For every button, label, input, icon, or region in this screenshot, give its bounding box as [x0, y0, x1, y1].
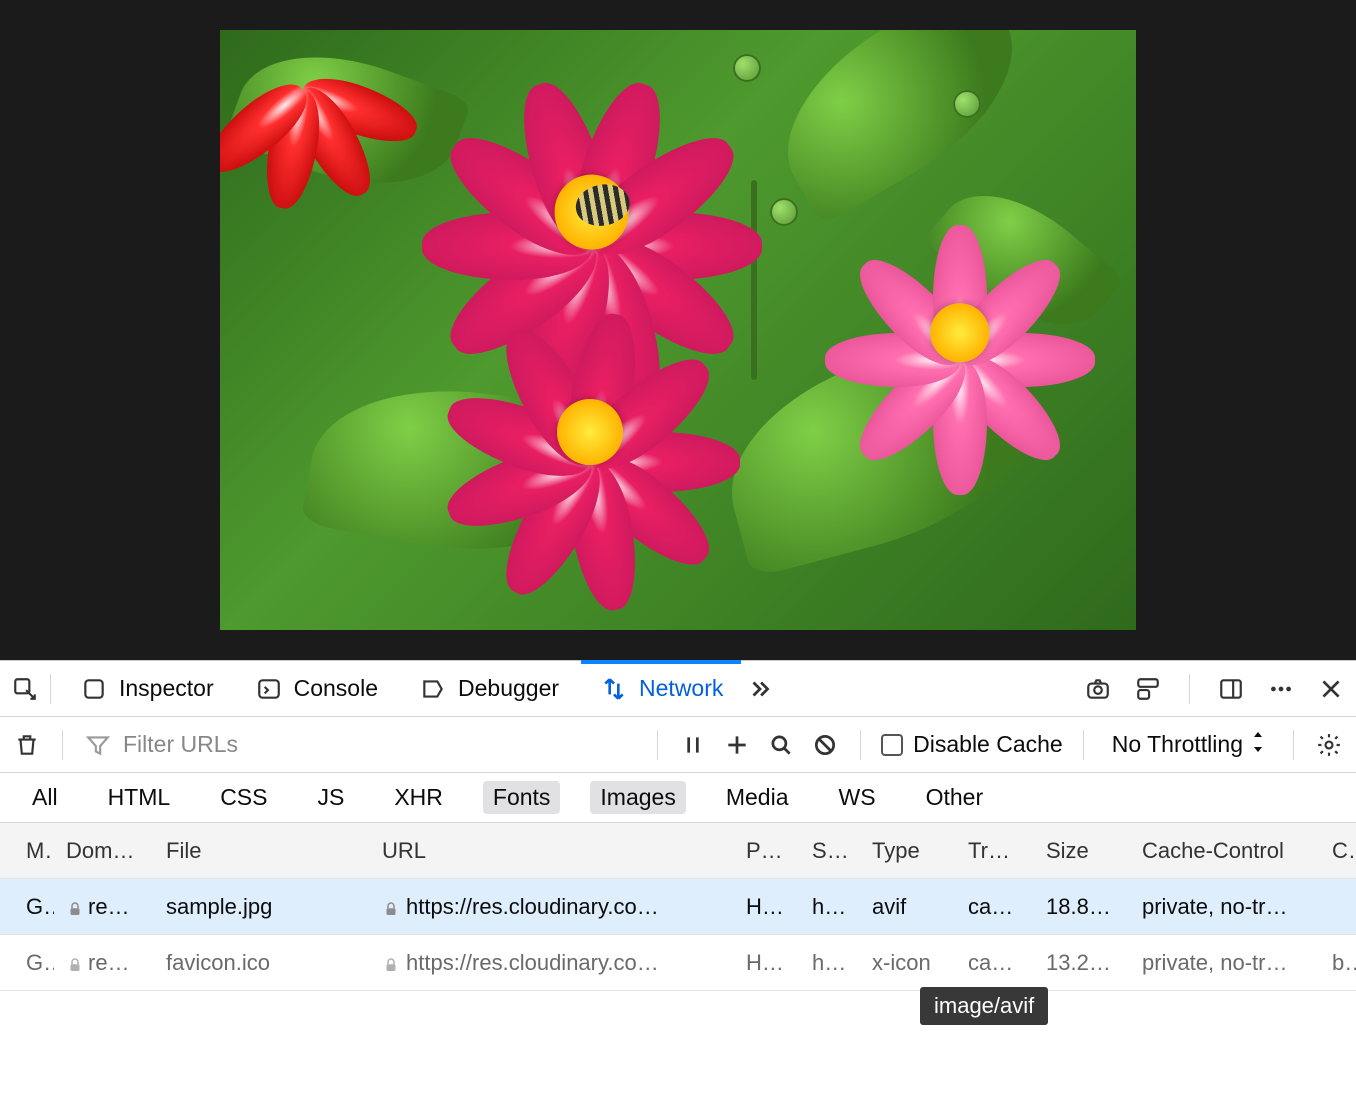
cell-last: b — [1320, 950, 1356, 976]
col-scheme[interactable]: S… — [800, 838, 860, 864]
cell-file: sample.jpg — [154, 894, 370, 920]
col-file[interactable]: File — [154, 838, 370, 864]
network-toolbar: Filter URLs Disable Cache No Throttling — [0, 717, 1356, 773]
cell-cache: private, no-tr… — [1130, 950, 1320, 976]
close-devtools-button[interactable] — [1316, 674, 1346, 704]
col-domain[interactable]: Dom… — [54, 838, 154, 864]
col-cache[interactable]: Cache-Control — [1130, 838, 1320, 864]
filter-media[interactable]: Media — [716, 781, 799, 814]
cell-type: x-icon — [860, 950, 956, 976]
disable-cache-checkbox[interactable]: Disable Cache — [881, 731, 1063, 758]
cell-transferred: ca… — [956, 950, 1034, 976]
funnel-icon — [83, 730, 113, 760]
cell-domain: re… — [54, 894, 154, 920]
checkbox-icon — [881, 734, 903, 756]
devtools-panel: Inspector Console Debugger Network — [0, 660, 1356, 1100]
tab-label: Debugger — [458, 675, 559, 702]
cell-url: https://res.cloudinary.co… — [370, 894, 734, 920]
tab-console[interactable]: Console — [236, 661, 396, 716]
filter-js[interactable]: JS — [307, 781, 354, 814]
search-requests-button[interactable] — [766, 730, 796, 760]
cell-method: G — [14, 950, 54, 976]
network-type-filters: All HTML CSS JS XHR Fonts Images Media W… — [0, 773, 1356, 823]
filter-css[interactable]: CSS — [210, 781, 277, 814]
table-row[interactable]: G re… sample.jpg https://res.cloudinary.… — [0, 879, 1356, 935]
network-icon — [599, 674, 629, 704]
inspector-icon — [79, 674, 109, 704]
dock-side-button[interactable] — [1216, 674, 1246, 704]
screenshot-button[interactable] — [1083, 674, 1113, 704]
sample-image — [220, 30, 1136, 630]
cell-domain: re… — [54, 950, 154, 976]
lock-icon — [382, 954, 400, 972]
filter-images[interactable]: Images — [590, 781, 685, 814]
throttling-label: No Throttling — [1112, 731, 1243, 758]
tab-label: Console — [294, 675, 378, 702]
lock-icon — [382, 898, 400, 916]
col-type[interactable]: Type — [860, 838, 956, 864]
filter-urls-input[interactable]: Filter URLs — [83, 730, 513, 760]
cell-type: avif — [860, 894, 956, 920]
filter-other[interactable]: Other — [916, 781, 994, 814]
tab-label: Inspector — [119, 675, 214, 702]
network-settings-button[interactable] — [1314, 730, 1344, 760]
cell-file: favicon.ico — [154, 950, 370, 976]
filter-html[interactable]: HTML — [98, 781, 181, 814]
cell-protocol: H… — [734, 894, 800, 920]
debugger-icon — [418, 674, 448, 704]
disable-cache-label: Disable Cache — [913, 731, 1063, 758]
block-requests-button[interactable] — [810, 730, 840, 760]
tab-debugger[interactable]: Debugger — [400, 661, 577, 716]
filter-all[interactable]: All — [22, 781, 68, 814]
lock-icon — [66, 898, 84, 916]
col-last[interactable]: C — [1320, 838, 1356, 864]
col-size[interactable]: Size — [1034, 838, 1130, 864]
add-request-button[interactable] — [722, 730, 752, 760]
col-url[interactable]: URL — [370, 838, 734, 864]
col-method[interactable]: M — [14, 838, 54, 864]
page-viewport — [0, 0, 1356, 660]
clear-requests-button[interactable] — [12, 730, 42, 760]
more-options-button[interactable] — [1266, 674, 1296, 704]
col-transferred[interactable]: Tra… — [956, 838, 1034, 864]
cell-protocol: H… — [734, 950, 800, 976]
console-icon — [254, 674, 284, 704]
pick-element-button[interactable] — [10, 674, 40, 704]
table-row[interactable]: G re… favicon.ico https://res.cloudinary… — [0, 935, 1356, 991]
updown-icon — [1251, 731, 1265, 758]
col-protocol[interactable]: P… — [734, 838, 800, 864]
tab-label: Network — [639, 675, 723, 702]
cell-url: https://res.cloudinary.co… — [370, 950, 734, 976]
filter-xhr[interactable]: XHR — [384, 781, 453, 814]
tab-network[interactable]: Network — [581, 661, 741, 716]
tab-inspector[interactable]: Inspector — [61, 661, 232, 716]
type-tooltip: image/avif — [920, 987, 1048, 1025]
lock-icon — [66, 954, 84, 972]
cell-transferred: ca… — [956, 894, 1034, 920]
table-header-row: M Dom… File URL P… S… Type Tra… Size Cac… — [0, 823, 1356, 879]
cell-size: 18.8… — [1034, 894, 1130, 920]
throttling-select[interactable]: No Throttling — [1104, 731, 1273, 758]
cell-scheme: h… — [800, 894, 860, 920]
tabs-overflow-button[interactable] — [745, 674, 775, 704]
network-requests-table: M Dom… File URL P… S… Type Tra… Size Cac… — [0, 823, 1356, 1100]
responsive-design-button[interactable] — [1133, 674, 1163, 704]
cell-size: 13.2… — [1034, 950, 1130, 976]
devtools-tabbar: Inspector Console Debugger Network — [0, 661, 1356, 717]
filter-placeholder: Filter URLs — [123, 731, 238, 758]
filter-ws[interactable]: WS — [829, 781, 886, 814]
cell-method: G — [14, 894, 54, 920]
cell-cache: private, no-tr… — [1130, 894, 1320, 920]
filter-fonts[interactable]: Fonts — [483, 781, 561, 814]
cell-scheme: h… — [800, 950, 860, 976]
pause-recording-button[interactable] — [678, 730, 708, 760]
